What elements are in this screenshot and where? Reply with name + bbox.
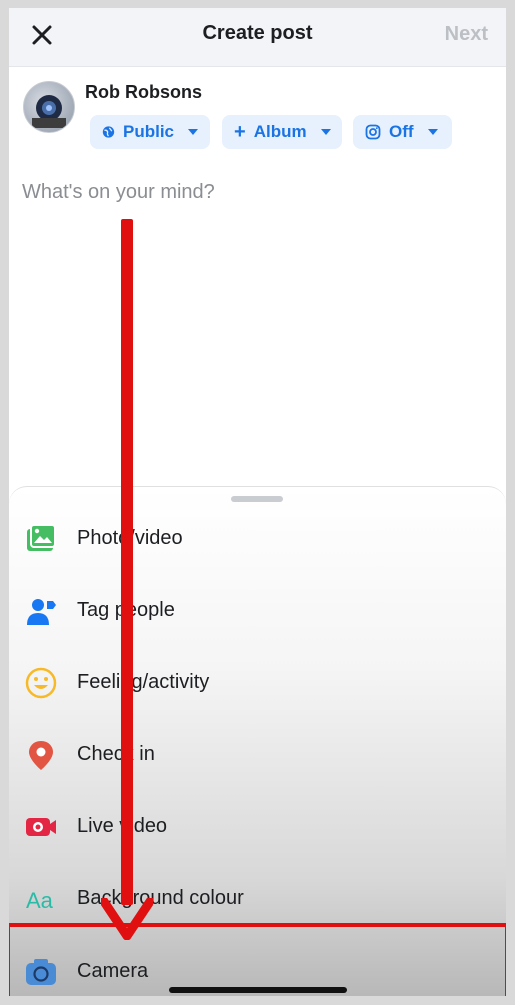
audience-label: Public — [122, 122, 174, 141]
chevron-down-icon — [188, 129, 198, 135]
page-title: Create post — [202, 22, 313, 44]
next-button[interactable]: Next — [445, 23, 488, 46]
location-pin-icon — [29, 741, 53, 770]
tag-people-icon — [27, 599, 56, 625]
album-label: Album — [253, 122, 307, 141]
top-bar: Create post Next — [9, 8, 506, 67]
instagram-icon — [365, 124, 381, 140]
globe-icon — [102, 126, 115, 138]
chevron-down-icon — [320, 129, 331, 135]
album-button[interactable]: + Album — [222, 115, 342, 149]
option-label: Check in — [77, 743, 155, 765]
option-live-video[interactable]: Live video — [9, 797, 506, 857]
camera-lens-photo-icon — [32, 95, 66, 128]
photo-icon — [27, 524, 56, 551]
audience-public-button[interactable]: Public — [90, 115, 210, 149]
svg-text:Aa: Aa — [26, 888, 54, 913]
user-name: Rob Robsons — [85, 82, 202, 102]
chevron-down-icon — [427, 129, 438, 135]
instagram-share-button[interactable]: Off — [353, 115, 452, 149]
option-background-colour[interactable]: Aa Background colour — [9, 869, 506, 929]
instagram-label: Off — [389, 122, 414, 141]
option-check-in[interactable]: Check in — [9, 725, 506, 785]
option-photo-video[interactable]: Photo/video — [9, 509, 506, 569]
home-indicator[interactable] — [169, 987, 347, 993]
text-aa-icon: Aa — [26, 888, 54, 913]
plus-icon: + — [234, 121, 246, 143]
post-text-input[interactable]: What's on your mind? — [22, 181, 215, 204]
drag-handle[interactable] — [231, 496, 283, 502]
smiley-icon — [25, 667, 57, 699]
avatar — [23, 81, 75, 133]
annotation-arrow-shaft — [121, 219, 133, 905]
option-feeling-activity[interactable]: Feeling/activity — [9, 653, 506, 713]
option-tag-people[interactable]: Tag people — [9, 581, 506, 641]
phone-screen: Create post Next Rob Robsons Public + Al… — [0, 0, 515, 1005]
live-video-icon — [26, 818, 56, 836]
option-label: Feeling/activity — [77, 671, 210, 693]
